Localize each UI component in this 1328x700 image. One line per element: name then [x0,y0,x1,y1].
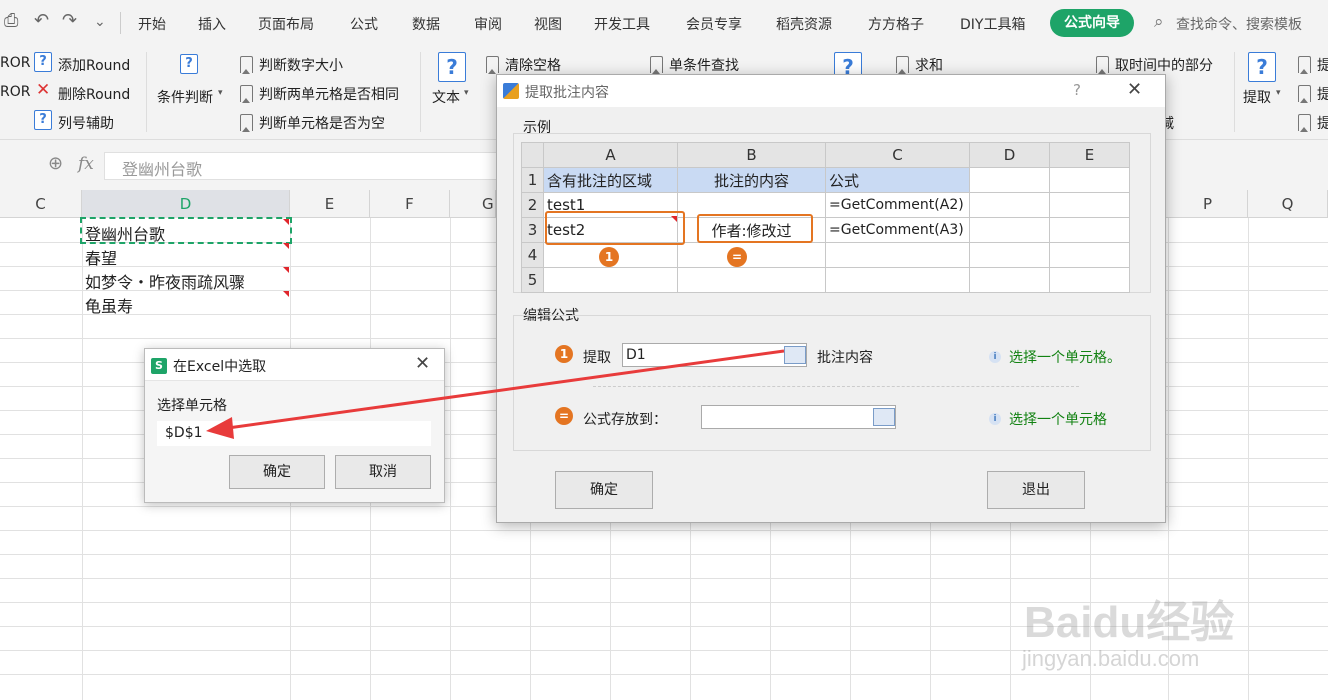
watermark-url: jingyan.baidu.com [1022,646,1200,671]
watermark-logo: Baidu经验 [1024,598,1235,647]
arrow-line [227,349,785,430]
arrow-head [206,417,234,439]
